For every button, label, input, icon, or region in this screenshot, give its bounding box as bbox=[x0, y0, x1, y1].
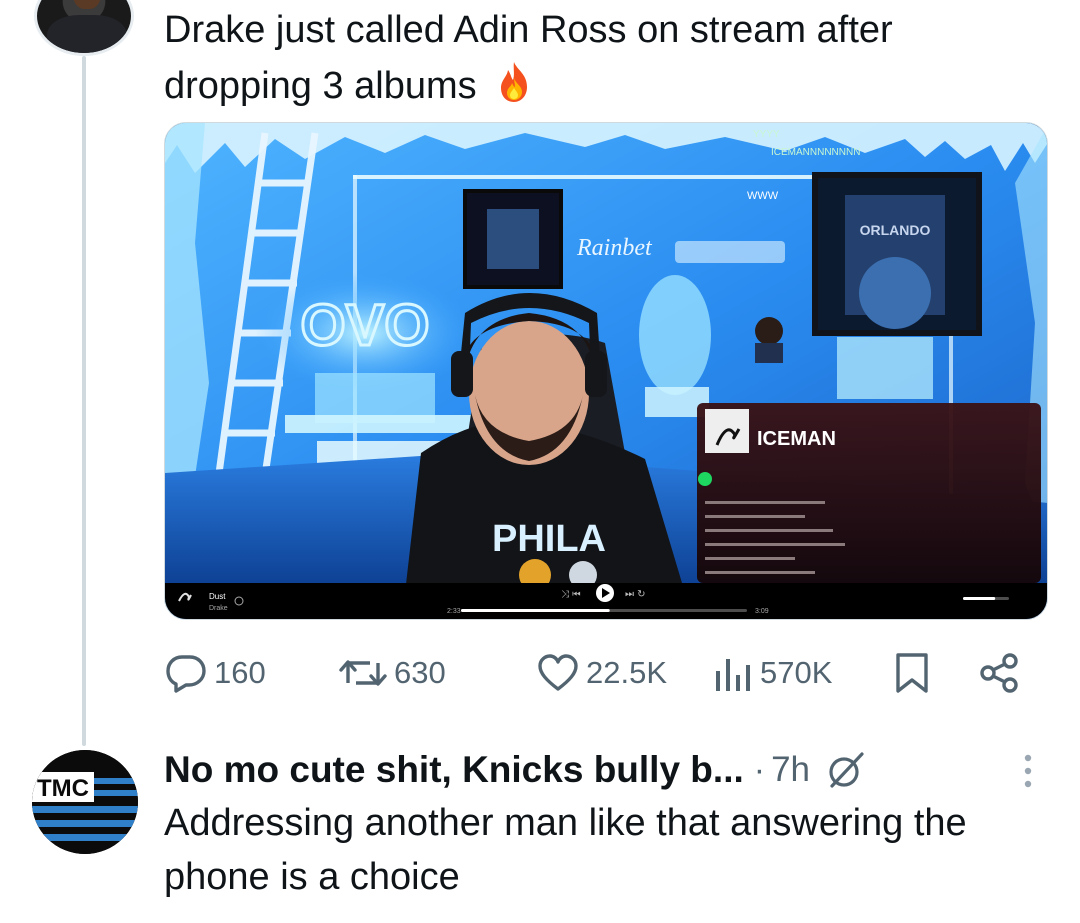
ovo-ice-sculpture: OVO bbox=[301, 293, 430, 358]
grok-badge-icon[interactable] bbox=[824, 750, 868, 790]
reply-separator: · bbox=[753, 750, 766, 789]
avatar-tmc-text: TMC bbox=[37, 775, 89, 802]
like-count: 22.5K bbox=[586, 655, 668, 690]
thread-line bbox=[82, 56, 86, 746]
album-title: ICEMAN bbox=[757, 428, 836, 450]
jersey-frame-text: ORLANDO bbox=[860, 222, 931, 238]
more-vertical-icon[interactable] bbox=[1018, 750, 1038, 792]
avatar-jersey bbox=[47, 15, 127, 53]
views-icon bbox=[716, 659, 750, 691]
reply-button[interactable]: 160 bbox=[164, 645, 266, 701]
reply-count: 160 bbox=[214, 655, 266, 690]
player-volume-fill bbox=[963, 597, 996, 600]
player-total-time: 3:09 bbox=[755, 608, 769, 615]
shirt-text: PHILA bbox=[492, 518, 606, 560]
reply-icon bbox=[166, 655, 206, 693]
chat-line-3: YYYY bbox=[753, 129, 780, 140]
avatar-face bbox=[73, 0, 101, 9]
share-icon bbox=[980, 653, 1018, 693]
reply-text: Addressing another man like that answeri… bbox=[164, 802, 967, 898]
tweet-text: Drake just called Adin Ross on stream af… bbox=[164, 2, 1044, 114]
tweet-actions: 160 630 22.5K 570K bbox=[164, 645, 1048, 701]
heart-icon bbox=[538, 654, 578, 691]
svg-text:⏭ ↻: ⏭ ↻ bbox=[625, 589, 646, 600]
chat-line-1: ICEMANNNNNNNN bbox=[771, 147, 860, 158]
tmc-logo: TMC bbox=[32, 750, 138, 854]
reply-header: No mo cute shit, Knicks bully b... · 7h bbox=[164, 742, 1044, 798]
player-current-time: 2:33 bbox=[447, 608, 461, 615]
retweet-button[interactable]: 630 bbox=[338, 645, 446, 701]
views-count: 570K bbox=[760, 655, 833, 690]
views-button[interactable]: 570K bbox=[710, 645, 832, 701]
svg-text:⤨ ⏮: ⤨ ⏮ bbox=[561, 589, 581, 600]
share-button[interactable] bbox=[978, 645, 1022, 701]
player-progress-fill bbox=[461, 609, 610, 612]
bookmark-button[interactable] bbox=[892, 645, 932, 701]
fire-emoji-icon bbox=[501, 62, 528, 102]
chat-line-2: WWW bbox=[747, 190, 779, 202]
stream-frame: ORLANDO YYYY ICEMANNNNNNNN WWW Rainbet O… bbox=[165, 123, 1047, 619]
retweet-count: 630 bbox=[394, 655, 446, 690]
like-button[interactable]: 22.5K bbox=[536, 645, 667, 701]
tweet-video[interactable]: ORLANDO YYYY ICEMANNNNNNNN WWW Rainbet O… bbox=[164, 122, 1048, 620]
author-avatar[interactable] bbox=[34, 0, 134, 56]
reply-author-avatar[interactable]: TMC bbox=[32, 750, 138, 854]
sponsor-logo: Rainbet bbox=[576, 235, 653, 261]
player-artist: Drake bbox=[209, 605, 228, 612]
reply-timestamp[interactable]: 7h bbox=[771, 750, 810, 790]
reply-author-name[interactable]: No mo cute shit, Knicks bully b... bbox=[164, 749, 744, 791]
retweet-icon bbox=[339, 660, 387, 686]
player-track: Dust bbox=[209, 592, 226, 601]
bookmark-icon bbox=[896, 653, 928, 693]
